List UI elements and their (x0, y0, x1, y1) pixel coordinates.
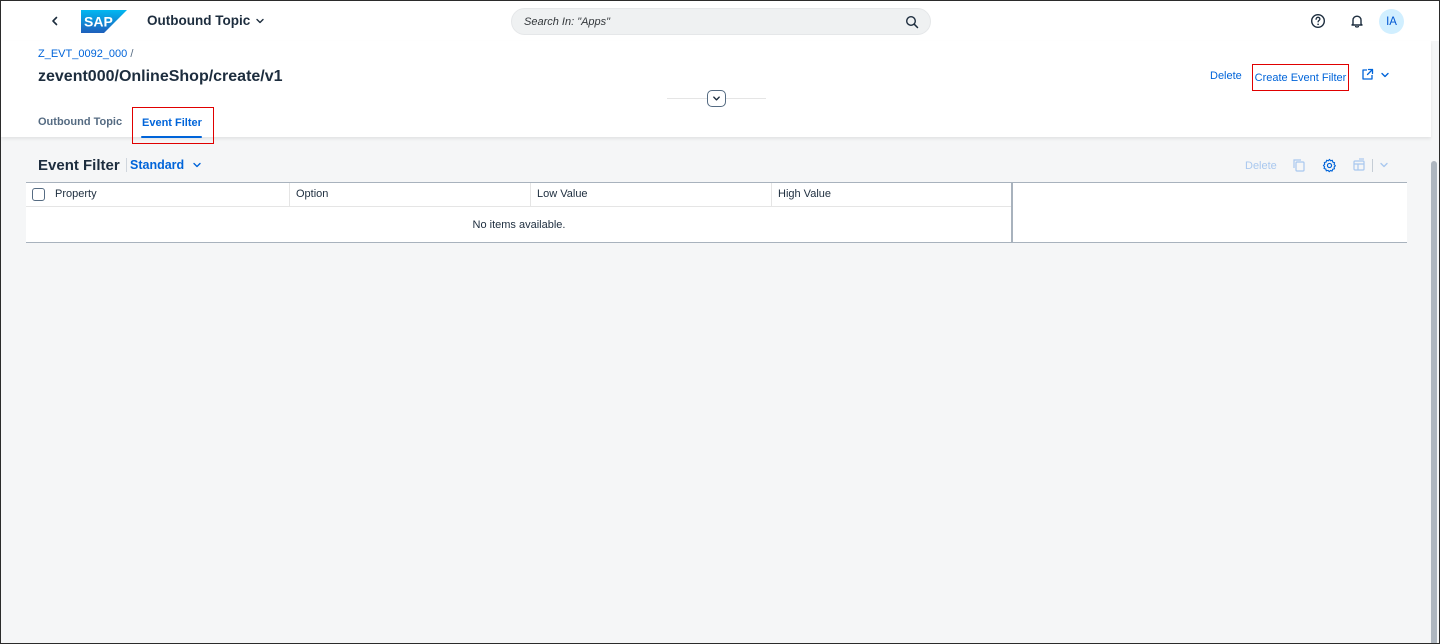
chevron-left-icon (52, 16, 58, 26)
app-title-menu[interactable]: Outbound Topic (147, 13, 265, 28)
no-data-text: No items available. (472, 219, 566, 231)
collapse-header-button[interactable] (707, 90, 726, 107)
user-avatar[interactable]: IA (1379, 9, 1404, 34)
event-filter-table: Property Option Low Value High Value No … (26, 182, 1407, 243)
column-header-option[interactable]: Option (290, 183, 531, 207)
sap-logo-text: SAP (84, 14, 113, 30)
search-icon[interactable] (905, 15, 919, 29)
share-icon (1362, 68, 1374, 80)
help-icon[interactable] (1310, 13, 1326, 29)
chevron-down-icon (193, 162, 201, 168)
tab-event-filter-label: Event Filter (142, 117, 202, 129)
export-menu-button[interactable] (1352, 158, 1389, 172)
delete-button[interactable]: Delete (1210, 70, 1242, 82)
table-header-row: Property Option Low Value High Value (26, 183, 1012, 207)
share-menu-button[interactable] (1361, 68, 1390, 81)
copy-icon[interactable] (1292, 158, 1306, 173)
gear-icon[interactable] (1322, 158, 1337, 173)
create-event-filter-button[interactable]: Create Event Filter (1252, 64, 1349, 91)
toolbar-separator (1372, 158, 1373, 172)
header-divider-right (726, 98, 766, 99)
variant-label: Standard (130, 158, 185, 172)
breadcrumb: Z_EVT_0092_000 / (38, 48, 133, 60)
page-scrollbar[interactable] (1431, 161, 1437, 643)
column-header-label: Property (55, 188, 97, 200)
select-all-checkbox[interactable] (32, 188, 45, 201)
chevron-down-icon (1381, 72, 1389, 77)
app-window: SAP Outbound Topic IA Z_EVT_0092_000 / z… (0, 0, 1440, 644)
search-input[interactable] (524, 13, 884, 31)
search-box (511, 8, 931, 35)
tab-event-filter[interactable]: Event Filter (132, 107, 214, 144)
header-divider-left (667, 98, 707, 99)
table-delete-button[interactable]: Delete (1245, 160, 1277, 172)
column-header-label: Option (296, 188, 329, 200)
breadcrumb-link[interactable]: Z_EVT_0092_000 (38, 48, 127, 60)
chevron-down-icon (256, 18, 264, 23)
column-header-high-value[interactable]: High Value (772, 183, 1012, 207)
column-header-property[interactable]: Property (26, 183, 290, 207)
table-title: Event Filter (38, 157, 120, 174)
column-resize-divider[interactable] (1011, 183, 1013, 242)
shell-bar: SAP Outbound Topic IA (1, 1, 1439, 41)
export-spreadsheet-icon (1353, 158, 1365, 171)
back-button[interactable] (45, 11, 65, 31)
app-title: Outbound Topic (147, 13, 251, 28)
column-header-label: High Value (778, 188, 831, 200)
breadcrumb-separator: / (130, 48, 134, 60)
chevron-down-icon (1380, 162, 1388, 168)
tab-selected-indicator (141, 136, 202, 138)
chevron-down-icon (713, 96, 720, 101)
column-header-low-value[interactable]: Low Value (531, 183, 772, 207)
page-title: zevent000/OnlineShop/create/v1 (38, 68, 283, 85)
tab-outbound-topic[interactable]: Outbound Topic (38, 116, 122, 128)
variant-selector[interactable]: Standard (126, 158, 202, 172)
column-header-label: Low Value (537, 188, 588, 200)
bell-icon[interactable] (1349, 13, 1365, 29)
sap-logo[interactable]: SAP (81, 10, 127, 33)
object-page-header: Z_EVT_0092_000 / zevent000/OnlineShop/cr… (1, 41, 1431, 144)
